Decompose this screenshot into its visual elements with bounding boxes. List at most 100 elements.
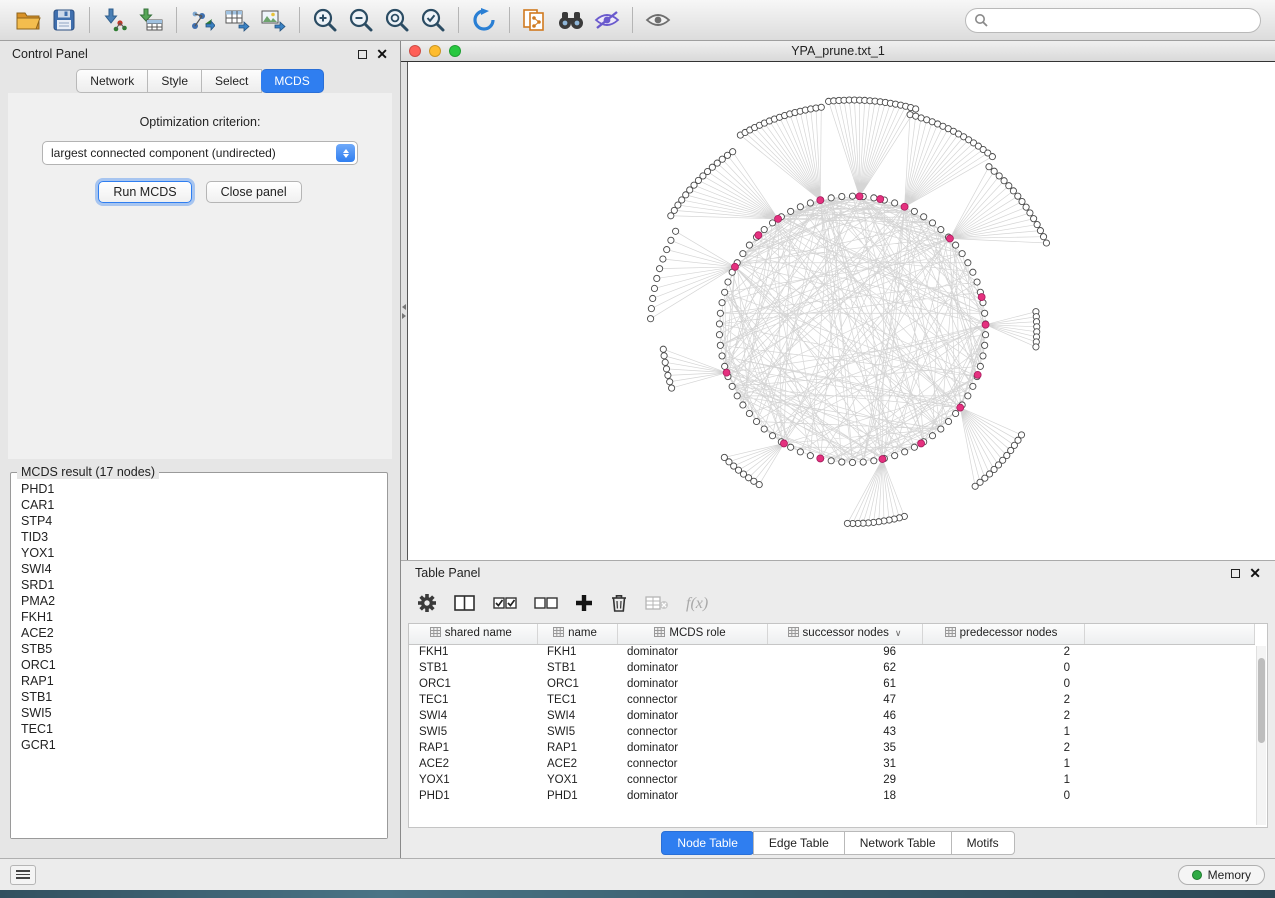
- table-row[interactable]: STB1STB1dominator620: [409, 660, 1255, 676]
- table-row[interactable]: SWI5SWI5connector431: [409, 724, 1255, 740]
- toolbar-separator: [509, 7, 510, 33]
- task-history-button[interactable]: [10, 865, 36, 885]
- select-all-button[interactable]: [493, 595, 517, 614]
- column-header-MCDS-role[interactable]: MCDS role: [617, 624, 767, 644]
- show-columns-button[interactable]: [454, 594, 476, 615]
- table-options-button[interactable]: [417, 593, 437, 616]
- mcds-result-item[interactable]: STB1: [21, 689, 377, 705]
- mcds-result-item[interactable]: RAP1: [21, 673, 377, 689]
- zoom-fit-icon: [384, 7, 410, 33]
- create-column-button[interactable]: [575, 594, 593, 615]
- tab-mcds[interactable]: MCDS: [261, 69, 323, 93]
- tab-style[interactable]: Style: [148, 69, 202, 93]
- tab-node-table[interactable]: Node Table: [661, 831, 754, 855]
- export-image-button[interactable]: [256, 4, 292, 36]
- column-header-name[interactable]: name: [537, 624, 617, 644]
- table-row[interactable]: TEC1TEC1connector472: [409, 692, 1255, 708]
- minimize-window-button[interactable]: [429, 45, 441, 57]
- table-row[interactable]: SWI4SWI4dominator462: [409, 708, 1255, 724]
- import-table-button[interactable]: [133, 4, 169, 36]
- disabled-table-icon: [645, 595, 669, 611]
- memory-button[interactable]: Memory: [1178, 865, 1265, 885]
- column-header-shared-name[interactable]: shared name: [409, 624, 537, 644]
- columns-icon: [454, 594, 476, 612]
- save-session-button[interactable]: [46, 4, 82, 36]
- export-network-button[interactable]: [184, 4, 220, 36]
- cell: PHD1: [409, 788, 537, 804]
- table-scrollbar-thumb[interactable]: [1258, 658, 1265, 743]
- mcds-result-list[interactable]: PHD1CAR1STP4TID3YOX1SWI4SRD1PMA2FKH1ACE2…: [11, 479, 387, 838]
- tab-select[interactable]: Select: [202, 69, 262, 93]
- close-table-panel-button[interactable]: ✕: [1249, 568, 1261, 578]
- float-panel-button[interactable]: [358, 50, 367, 59]
- mcds-result-item[interactable]: STP4: [21, 513, 377, 529]
- tab-edge-table[interactable]: Edge Table: [753, 831, 845, 855]
- optimization-criterion-dropdown[interactable]: largest connected component (undirected): [42, 141, 358, 165]
- tab-network-table[interactable]: Network Table: [844, 831, 952, 855]
- close-window-button[interactable]: [409, 45, 421, 57]
- column-header-successor-nodes[interactable]: successor nodes∨: [767, 624, 922, 644]
- unchecked-boxes-icon: [534, 595, 558, 611]
- run-mcds-button[interactable]: Run MCDS: [98, 181, 191, 203]
- copy-network-icon: [522, 8, 548, 32]
- table-row[interactable]: ACE2ACE2connector311: [409, 756, 1255, 772]
- save-icon: [53, 9, 75, 31]
- export-image-icon: [261, 8, 287, 32]
- hide-selected-button[interactable]: [589, 4, 625, 36]
- close-panel-button[interactable]: Close panel: [206, 181, 302, 203]
- maximize-window-button[interactable]: [449, 45, 461, 57]
- close-panel-icon-button[interactable]: ✕: [376, 49, 388, 59]
- mcds-result-item[interactable]: PMA2: [21, 593, 377, 609]
- deselect-all-button[interactable]: [534, 595, 558, 614]
- clone-network-button[interactable]: [517, 4, 553, 36]
- float-table-panel-button[interactable]: [1231, 569, 1240, 578]
- cell: dominator: [617, 660, 767, 676]
- refresh-layout-button[interactable]: [466, 4, 502, 36]
- network-window-title: YPA_prune.txt_1: [401, 44, 1275, 58]
- mcds-result-item[interactable]: SRD1: [21, 577, 377, 593]
- mcds-result-item[interactable]: PHD1: [21, 481, 377, 497]
- cell-filler: [1084, 676, 1255, 692]
- cell: 62: [767, 660, 922, 676]
- mcds-result-item[interactable]: CAR1: [21, 497, 377, 513]
- mcds-result-item[interactable]: ORC1: [21, 657, 377, 673]
- mcds-result-item[interactable]: GCR1: [21, 737, 377, 753]
- table-row[interactable]: ORC1ORC1dominator610: [409, 676, 1255, 692]
- open-file-button[interactable]: [10, 4, 46, 36]
- mcds-result-item[interactable]: ACE2: [21, 625, 377, 641]
- show-all-button[interactable]: [640, 4, 676, 36]
- network-canvas[interactable]: [408, 62, 1275, 560]
- mcds-result-group: MCDS result (17 nodes) PHD1CAR1STP4TID3Y…: [10, 465, 388, 839]
- tab-motifs[interactable]: Motifs: [951, 831, 1015, 855]
- cell: 0: [922, 788, 1084, 804]
- mcds-result-item[interactable]: YOX1: [21, 545, 377, 561]
- mcds-result-item[interactable]: FKH1: [21, 609, 377, 625]
- table-row[interactable]: RAP1RAP1dominator352: [409, 740, 1255, 756]
- export-table-button[interactable]: [220, 4, 256, 36]
- zoom-selected-button[interactable]: [415, 4, 451, 36]
- table-row[interactable]: FKH1FKH1dominator962: [409, 644, 1255, 660]
- table-panel-header: Table Panel ✕: [401, 561, 1275, 585]
- search-input[interactable]: [993, 13, 1252, 27]
- mcds-result-item[interactable]: SWI4: [21, 561, 377, 577]
- zoom-fit-button[interactable]: [379, 4, 415, 36]
- import-network-button[interactable]: [97, 4, 133, 36]
- tab-network[interactable]: Network: [76, 69, 148, 93]
- mcds-result-item[interactable]: SWI5: [21, 705, 377, 721]
- mcds-result-item[interactable]: TID3: [21, 529, 377, 545]
- table-row[interactable]: PHD1PHD1dominator180: [409, 788, 1255, 804]
- network-view[interactable]: [408, 62, 1275, 560]
- mcds-result-item[interactable]: TEC1: [21, 721, 377, 737]
- cell: SWI4: [409, 708, 537, 724]
- cell: YOX1: [409, 772, 537, 788]
- delete-column-button[interactable]: [610, 593, 628, 616]
- network-search-field[interactable]: [965, 8, 1261, 33]
- zoom-in-button[interactable]: [307, 4, 343, 36]
- zoom-out-button[interactable]: [343, 4, 379, 36]
- panel-splitter[interactable]: [401, 62, 408, 560]
- column-header-predecessor-nodes[interactable]: predecessor nodes: [922, 624, 1084, 644]
- mcds-result-item[interactable]: STB5: [21, 641, 377, 657]
- table-row[interactable]: YOX1YOX1connector291: [409, 772, 1255, 788]
- find-button[interactable]: [553, 4, 589, 36]
- table-scrollbar[interactable]: [1256, 646, 1266, 825]
